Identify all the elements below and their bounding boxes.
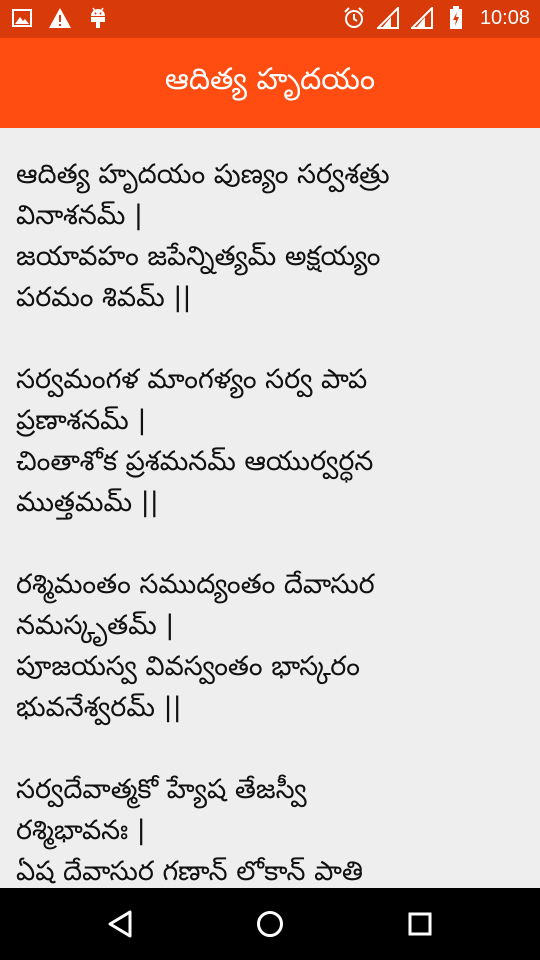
verses-list: ఆదిత్య హృదయం పుణ్యం సర్వశత్రు వినాశనమ్ |… [0,128,540,888]
verse-line: నమస్కృతమ్ | [16,610,175,641]
screen: 10:08 ఆదిత్య హృదయం ఆదిత్య హృదయం పుణ్యం స… [0,0,540,960]
home-icon[interactable] [252,906,288,942]
back-icon[interactable] [102,906,138,942]
android-icon [86,6,110,30]
verse-line: పూజయస్వ వివస్వంతం భాస్కరం [16,651,360,682]
warning-icon [48,6,72,30]
app-title: ఆదిత్య హృదయం [164,62,376,97]
recents-icon[interactable] [402,906,438,942]
verse-line: రశ్మిభావనః | [16,815,146,846]
status-time: 10:08 [479,6,530,29]
verse-line: ముత్తమమ్ || [16,487,159,518]
status-bar: 10:08 [0,0,540,38]
stanza: సర్వమంగళ మాంగళ్యం సర్వ పాప ప్రణాశనమ్ | చ… [16,359,526,523]
verse-line: జయావహం జపేన్నిత్యమ్ అక్షయ్యం [16,241,381,272]
stanza-gap [16,318,526,359]
verse-line: రశ్మిమంతం సముద్యంతం దేవాసుర [16,569,375,600]
signal-icon [410,6,434,30]
verse-line: పరమం శివమ్ || [16,282,192,313]
stanza-gap [16,728,526,769]
gallery-icon [10,6,34,30]
stanza: సర్వదేవాత్మకో హ్యేష తేజస్వీ రశ్మిభావనః |… [16,769,526,888]
verses-scroll-area[interactable]: ఆదిత్య హృదయం పుణ్యం సర్వశత్రు వినాశనమ్ |… [0,128,540,888]
stanza-gap [16,523,526,564]
stanza: ఆదిత్య హృదయం పుణ్యం సర్వశత్రు వినాశనమ్ |… [16,154,526,318]
verse-line: చింతాశోక ప్రశమనమ్ ఆయుర్వర్ధన [16,446,374,477]
battery-icon [444,6,468,30]
verse-line: సర్వమంగళ మాంగళ్యం సర్వ పాప [16,364,368,395]
verse-line: ఆదిత్య హృదయం పుణ్యం సర్వశత్రు [16,159,390,190]
app-bar: ఆదిత్య హృదయం [0,38,540,128]
system-icons: 10:08 [342,6,530,30]
verse-line: ప్రణాశనమ్ | [16,405,147,436]
signal-icon [376,6,400,30]
alarm-icon [342,6,366,30]
navigation-bar [0,888,540,960]
verse-line: భువనేశ్వరమ్ || [16,692,182,723]
notification-icons [10,6,110,30]
stanza: రశ్మిమంతం సముద్యంతం దేవాసుర నమస్కృతమ్ | … [16,564,526,728]
verse-line: వినాశనమ్ | [16,200,144,231]
verse-line: సర్వదేవాత్మకో హ్యేష తేజస్వీ [16,774,307,805]
verse-line: ఏష దేవాసుర గణాన్ లోకాన్ పాతి [16,856,364,887]
